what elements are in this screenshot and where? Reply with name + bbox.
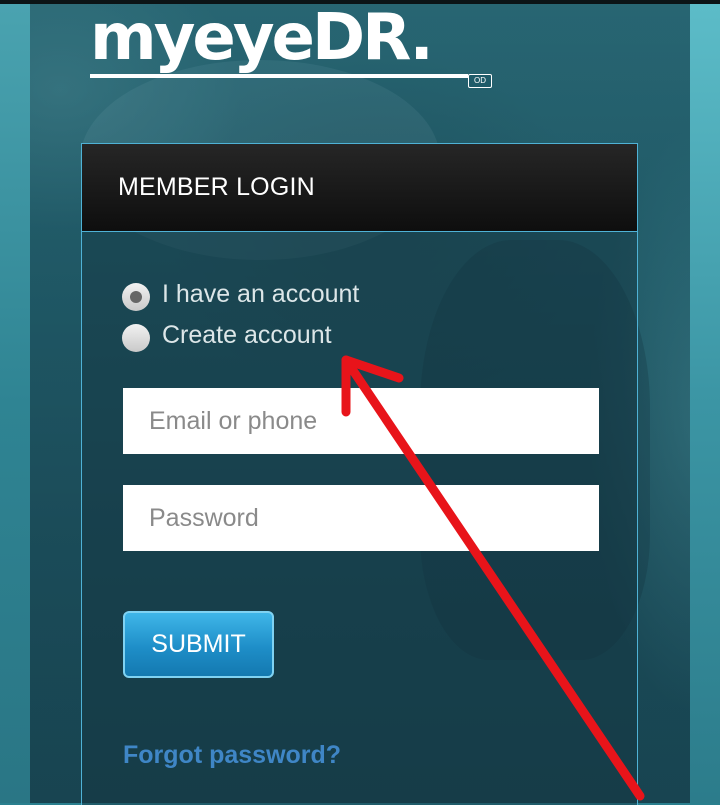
logo-underline	[90, 74, 468, 78]
password-field[interactable]	[123, 485, 599, 551]
radio-create-account[interactable]: Create account	[122, 318, 332, 352]
logo-badge: OD	[468, 74, 492, 88]
logo-text: myeyeDR.	[90, 1, 434, 75]
radio-label-have-account: I have an account	[162, 279, 360, 308]
radio-label-create-account: Create account	[162, 320, 332, 349]
radio-button-unchecked[interactable]	[122, 324, 150, 352]
member-login-box: MEMBER LOGIN I have an account Create ac…	[81, 143, 638, 805]
right-background-strip	[690, 4, 720, 803]
radio-have-account[interactable]: I have an account	[122, 277, 359, 311]
login-header: MEMBER LOGIN	[82, 144, 637, 232]
email-or-phone-field[interactable]	[123, 388, 599, 454]
forgot-password-link[interactable]: Forgot password?	[123, 741, 341, 770]
brand-logo[interactable]: myeyeDR. OD	[90, 2, 492, 88]
left-background-strip	[0, 4, 30, 803]
radio-button-checked[interactable]	[122, 283, 150, 311]
login-title: MEMBER LOGIN	[118, 173, 315, 201]
submit-button[interactable]: SUBMIT	[123, 611, 274, 678]
